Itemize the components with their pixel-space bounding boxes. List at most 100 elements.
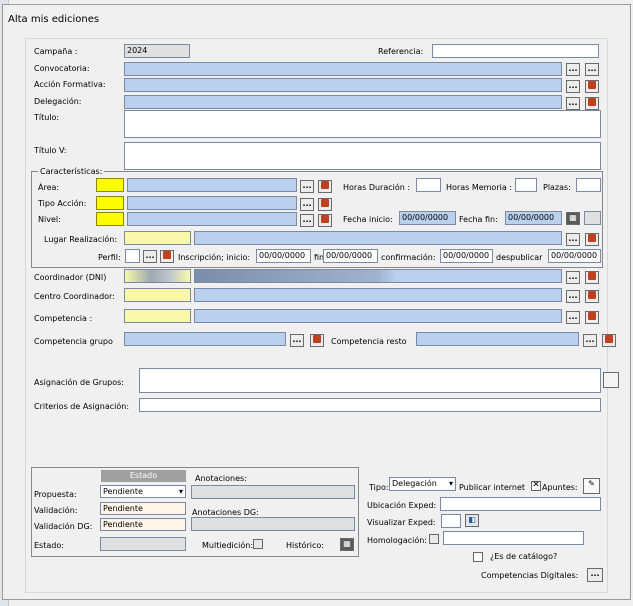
horas-duracion-field[interactable] bbox=[416, 178, 441, 192]
competencia-code-field[interactable] bbox=[124, 309, 191, 323]
nivel-label: Nivel: bbox=[38, 215, 61, 224]
centro-browse-icon[interactable] bbox=[585, 290, 599, 303]
area-lookup-button[interactable]: ... bbox=[300, 180, 314, 193]
centro-lookup-button[interactable]: ... bbox=[566, 290, 580, 303]
perfil-lookup-button[interactable]: ... bbox=[143, 250, 157, 263]
campana-field[interactable]: 2024 bbox=[124, 44, 190, 58]
area-field[interactable] bbox=[127, 178, 297, 192]
publicar-checkbox[interactable]: ✕ bbox=[531, 481, 541, 491]
titulo-field[interactable] bbox=[124, 110, 601, 138]
accion-browse-icon[interactable] bbox=[585, 80, 599, 93]
visualizar-field[interactable] bbox=[441, 514, 461, 528]
inscripcion-inicio-field[interactable]: 00/00/0000 bbox=[256, 249, 311, 263]
tipo-accion-code-field[interactable] bbox=[96, 196, 124, 210]
plazas-field[interactable] bbox=[576, 178, 601, 192]
nivel-field[interactable] bbox=[127, 212, 297, 226]
fecha-inicio-field[interactable]: 00/00/0000 bbox=[399, 211, 456, 225]
coordinador-field[interactable] bbox=[194, 269, 562, 283]
competencia-resto-field[interactable] bbox=[416, 332, 579, 346]
fecha-fin-field[interactable]: 00/00/0000 bbox=[505, 211, 562, 225]
tipo-accion-browse-icon[interactable] bbox=[318, 198, 332, 211]
estado-label: Estado: bbox=[34, 541, 64, 550]
asignacion-side-button[interactable] bbox=[603, 372, 619, 388]
competencia-grupo-browse-icon[interactable] bbox=[310, 334, 324, 347]
anotaciones-field[interactable] bbox=[191, 485, 355, 499]
calendar-icon[interactable]: ▦ bbox=[566, 212, 580, 225]
centro-field[interactable] bbox=[194, 288, 562, 302]
coordinador-label: Coordinador (DNI) bbox=[34, 273, 107, 282]
criterios-field[interactable] bbox=[139, 398, 601, 412]
coordinador-browse-icon[interactable] bbox=[585, 271, 599, 284]
convocatoria-lookup-button[interactable]: ... bbox=[566, 63, 580, 76]
confirmacion-field[interactable]: 00/00/0000 bbox=[440, 249, 493, 263]
competencia-resto-browse-icon[interactable] bbox=[602, 334, 616, 347]
coordinador-lookup-button[interactable]: ... bbox=[566, 271, 580, 284]
area-code-field[interactable] bbox=[96, 178, 124, 192]
referencia-field[interactable] bbox=[432, 44, 599, 58]
convocatoria-field[interactable] bbox=[124, 62, 562, 76]
competencia-field[interactable] bbox=[194, 309, 562, 323]
perfil-field[interactable] bbox=[125, 249, 140, 263]
historico-label: Histórico: bbox=[286, 541, 324, 550]
nivel-lookup-button[interactable]: ... bbox=[300, 214, 314, 227]
fecha-extra-field[interactable] bbox=[584, 211, 601, 225]
estado-field[interactable] bbox=[100, 537, 186, 551]
lugar-code-field[interactable] bbox=[124, 231, 191, 245]
caracteristicas-legend: Características: bbox=[38, 166, 105, 177]
anotaciones-dg-field[interactable] bbox=[191, 517, 355, 531]
delegacion-browse-icon[interactable] bbox=[585, 97, 599, 110]
dialog-title: Alta mis ediciones bbox=[8, 14, 100, 25]
campana-label: Campaña : bbox=[34, 47, 78, 56]
nivel-code-field[interactable] bbox=[96, 212, 124, 226]
delegacion-field[interactable] bbox=[124, 95, 562, 109]
propuesta-value: Pendiente bbox=[103, 487, 143, 496]
lugar-field[interactable] bbox=[194, 231, 562, 245]
despublicar-field[interactable]: 00/00/0000 bbox=[548, 249, 601, 263]
validacion-field[interactable]: Pendiente bbox=[100, 502, 186, 515]
lugar-lookup-button[interactable]: ... bbox=[566, 233, 580, 246]
validacion-label: Validación: bbox=[34, 506, 78, 515]
inscripcion-fin-field[interactable]: 00/00/0000 bbox=[323, 249, 378, 263]
anotaciones-label: Anotaciones: bbox=[195, 474, 247, 483]
competencia-lookup-button[interactable]: ... bbox=[566, 311, 580, 324]
propuesta-select[interactable]: Pendiente ▾ bbox=[100, 485, 186, 498]
delegacion-lookup-button[interactable]: ... bbox=[566, 97, 580, 110]
perfil-browse-icon[interactable] bbox=[160, 250, 174, 263]
catalogo-checkbox[interactable] bbox=[473, 552, 483, 562]
competencia-resto-lookup-button[interactable]: ... bbox=[583, 334, 597, 347]
competencia-browse-icon[interactable] bbox=[585, 311, 599, 324]
titulov-field[interactable] bbox=[124, 142, 601, 170]
competencia-grupo-lookup-button[interactable]: ... bbox=[290, 334, 304, 347]
homologacion-label: Homologación: bbox=[367, 536, 427, 545]
tipo-accion-field[interactable] bbox=[127, 196, 297, 210]
plazas-label: Plazas: bbox=[543, 183, 571, 192]
ubicacion-field[interactable] bbox=[440, 497, 601, 511]
accion-field[interactable] bbox=[124, 78, 562, 92]
historico-calendar-icon[interactable]: ▦ bbox=[340, 538, 354, 551]
multiedicion-checkbox[interactable] bbox=[253, 539, 263, 549]
convocatoria-label: Convocatoria: bbox=[34, 64, 90, 73]
accion-lookup-button[interactable]: ... bbox=[566, 80, 580, 93]
validacion-dg-label: Validación DG: bbox=[34, 522, 93, 531]
horas-memoria-field[interactable] bbox=[515, 178, 537, 192]
centro-code-field[interactable] bbox=[124, 288, 191, 302]
lugar-browse-icon[interactable] bbox=[585, 233, 599, 246]
chevron-down-icon: ▾ bbox=[178, 487, 183, 496]
accion-label: Acción Formativa: bbox=[34, 80, 106, 89]
homologacion-field[interactable] bbox=[443, 531, 584, 545]
validacion-dg-field[interactable]: Pendiente bbox=[100, 518, 186, 531]
propuesta-label: Propuesta: bbox=[34, 490, 77, 499]
titulov-label: Título V: bbox=[34, 146, 67, 155]
competencias-digitales-button[interactable]: ... bbox=[587, 568, 603, 582]
competencia-grupo-field[interactable] bbox=[124, 332, 286, 346]
convocatoria-extra-button[interactable]: ... bbox=[585, 63, 599, 76]
asignacion-grupos-field[interactable] bbox=[139, 368, 601, 393]
tipo-accion-lookup-button[interactable]: ... bbox=[300, 198, 314, 211]
area-browse-icon[interactable] bbox=[318, 180, 332, 193]
nivel-browse-icon[interactable] bbox=[318, 214, 332, 227]
apuntes-icon[interactable]: ✎ bbox=[583, 478, 600, 494]
coordinador-code-field[interactable] bbox=[124, 269, 191, 283]
tipo-select[interactable]: Delegación ▾ bbox=[389, 477, 456, 491]
visualizar-browse-icon[interactable]: ◧ bbox=[465, 514, 479, 527]
homologacion-checkbox[interactable] bbox=[429, 534, 439, 544]
